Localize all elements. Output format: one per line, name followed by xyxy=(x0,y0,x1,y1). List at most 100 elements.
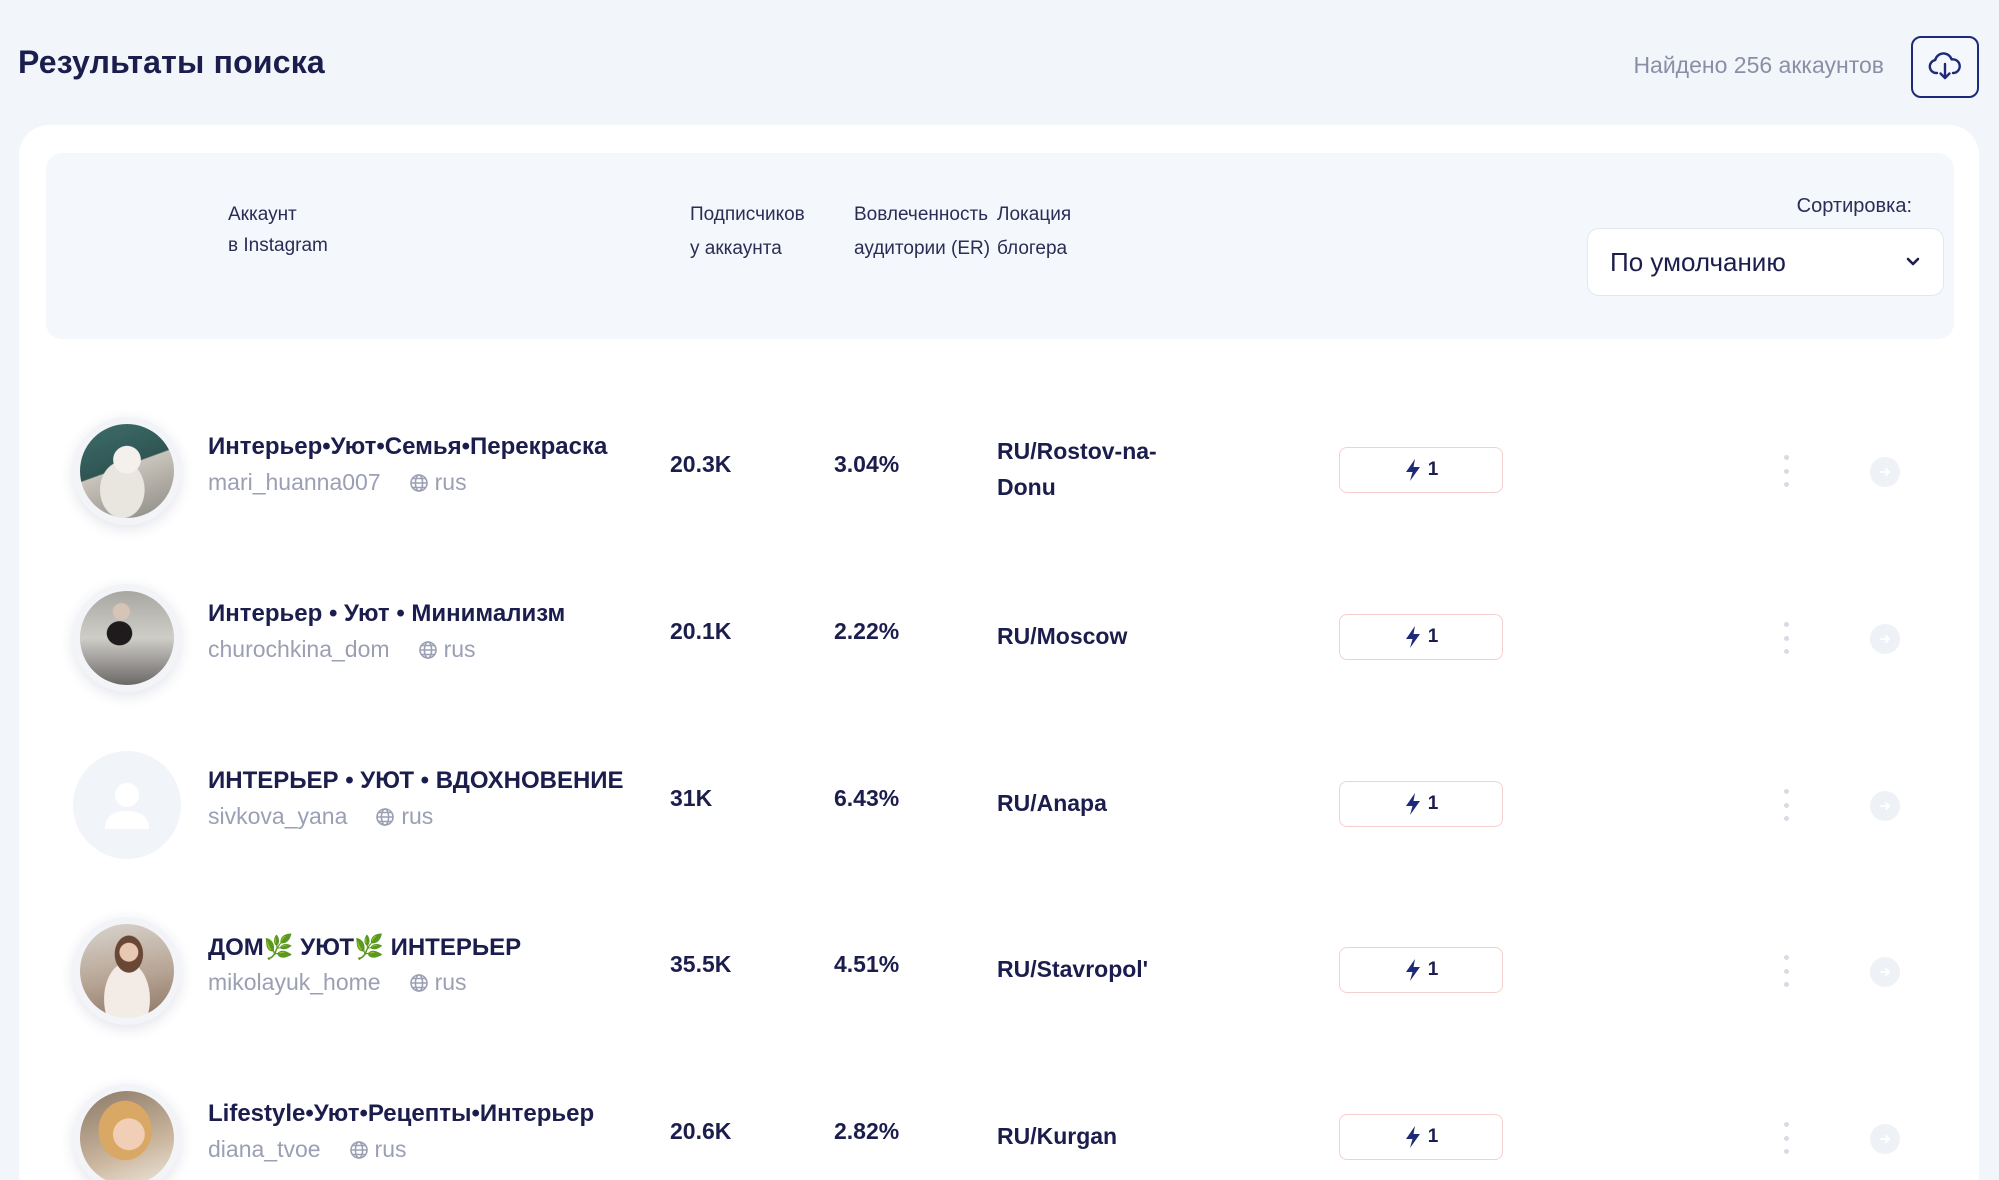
followers-value: 20.6K xyxy=(670,1118,732,1144)
open-arrow-icon[interactable] xyxy=(1870,791,1900,821)
followers-value: 31K xyxy=(670,785,713,811)
user-placeholder-icon xyxy=(105,783,149,829)
chevron-down-icon xyxy=(1906,257,1920,266)
open-arrow-icon[interactable] xyxy=(1870,957,1900,987)
boost-button[interactable]: 1 xyxy=(1339,614,1503,660)
followers-value: 35.5K xyxy=(670,951,732,977)
avatar-photo xyxy=(80,591,174,685)
avatar-photo xyxy=(80,1091,174,1180)
account-language: rus xyxy=(374,1136,407,1162)
location-value: RU/Anapa xyxy=(997,785,1197,821)
account-title[interactable]: Интерьер • Уют • Минимализм xyxy=(208,600,565,628)
er-value: 2.82% xyxy=(834,1118,900,1144)
lightning-icon xyxy=(1405,1126,1420,1148)
account-meta: mari_huanna007 rus xyxy=(208,469,467,496)
location-value: RU/Rostov-na- Donu xyxy=(997,433,1197,505)
account-language: rus xyxy=(401,803,434,829)
more-options-button[interactable] xyxy=(1774,785,1798,825)
lightning-icon xyxy=(1405,626,1420,648)
followers-value: 20.1K xyxy=(670,618,732,644)
column-location-line1: Локация xyxy=(997,204,1072,225)
account-handle[interactable]: mikolayuk_home xyxy=(208,969,381,996)
column-er: Вовлеченность аудитории (ER) xyxy=(854,198,990,266)
page-title: Результаты поиска xyxy=(18,44,325,80)
account-row: Lifestyle•Уют•Рецепты•Интерьер diana_tvo… xyxy=(19,1072,1979,1180)
account-title[interactable]: ДОМ🌿 УЮТ🌿 ИНТЕРЬЕР xyxy=(208,933,521,962)
avatar[interactable] xyxy=(73,417,181,525)
account-meta: mikolayuk_home rus xyxy=(208,969,467,996)
er-value: 6.43% xyxy=(834,785,900,811)
open-arrow-icon[interactable] xyxy=(1870,624,1900,654)
more-options-button[interactable] xyxy=(1774,951,1798,991)
account-row: Интерьер • Уют • Минимализм churochkina_… xyxy=(19,572,1979,702)
er-value: 2.22% xyxy=(834,618,900,644)
results-card: Аккаунт в Instagram Подписчиков у аккаун… xyxy=(19,125,1979,1180)
lightning-icon xyxy=(1405,459,1420,481)
globe-icon xyxy=(409,473,429,493)
column-er-line1: Вовлеченность xyxy=(854,204,989,225)
boost-count: 1 xyxy=(1427,459,1439,480)
account-meta: sivkova_yana rus xyxy=(208,803,433,830)
avatar[interactable] xyxy=(73,1084,181,1180)
globe-icon xyxy=(375,807,395,827)
account-title[interactable]: Lifestyle•Уют•Рецепты•Интерьер xyxy=(208,1100,594,1128)
account-handle[interactable]: diana_tvoe xyxy=(208,1136,321,1163)
account-row: ИНТЕРЬЕР • УЮТ • ВДОХНОВЕНИЕ sivkova_yan… xyxy=(19,739,1979,869)
boost-count: 1 xyxy=(1427,793,1439,814)
er-value: 3.04% xyxy=(834,451,900,477)
search-results-page: Результаты поиска Найдено 256 аккаунтов … xyxy=(0,0,1999,1180)
account-handle[interactable]: churochkina_dom xyxy=(208,636,390,663)
boost-count: 1 xyxy=(1427,626,1439,647)
account-language: rus xyxy=(443,636,476,662)
location-value: RU/Stavropol' xyxy=(997,951,1197,987)
avatar-photo xyxy=(80,924,174,1018)
account-handle[interactable]: mari_huanna007 xyxy=(208,469,381,496)
more-options-button[interactable] xyxy=(1774,451,1798,491)
column-location-line2: блогера xyxy=(997,238,1068,259)
account-meta: churochkina_dom rus xyxy=(208,636,476,663)
more-options-button[interactable] xyxy=(1774,1118,1798,1158)
account-title[interactable]: Интерьер•Уют•Семья•Перекраска xyxy=(208,433,607,461)
location-line1: RU/Rostov-na- xyxy=(997,438,1157,464)
boost-button[interactable]: 1 xyxy=(1339,947,1503,993)
column-account-line1: Аккаунт xyxy=(228,204,297,225)
globe-icon xyxy=(349,1140,369,1160)
account-meta: diana_tvoe rus xyxy=(208,1136,407,1163)
location-line2: Donu xyxy=(997,474,1056,500)
open-arrow-icon[interactable] xyxy=(1870,457,1900,487)
lightning-icon xyxy=(1405,793,1420,815)
lightning-icon xyxy=(1405,959,1420,981)
sort-select[interactable]: По умолчанию xyxy=(1587,228,1944,296)
account-handle[interactable]: sivkova_yana xyxy=(208,803,347,830)
column-location: Локация блогера xyxy=(997,198,1071,266)
sort-label: Сортировка: xyxy=(1796,195,1912,217)
open-arrow-icon[interactable] xyxy=(1870,1124,1900,1154)
location-value: RU/Kurgan xyxy=(997,1118,1197,1154)
more-options-button[interactable] xyxy=(1774,618,1798,658)
account-row: Интерьер•Уют•Семья•Перекраска mari_huann… xyxy=(19,405,1979,535)
boost-button[interactable]: 1 xyxy=(1339,447,1503,493)
column-followers-line2: у аккаунта xyxy=(690,238,782,259)
avatar[interactable] xyxy=(73,751,181,859)
avatar-photo xyxy=(80,424,174,518)
boost-button[interactable]: 1 xyxy=(1339,781,1503,827)
account-title[interactable]: ИНТЕРЬЕР • УЮТ • ВДОХНОВЕНИЕ xyxy=(208,767,624,795)
found-count: Найдено 256 аккаунтов xyxy=(1633,52,1884,78)
followers-value: 20.3K xyxy=(670,451,732,477)
boost-count: 1 xyxy=(1427,959,1439,980)
account-language: rus xyxy=(434,469,467,495)
location-line1: RU/Moscow xyxy=(997,623,1128,649)
column-followers: Подписчиков у аккаунта xyxy=(690,198,805,266)
globe-icon xyxy=(409,973,429,993)
table-header: Аккаунт в Instagram Подписчиков у аккаун… xyxy=(46,153,1954,339)
avatar[interactable] xyxy=(73,917,181,1025)
download-button[interactable] xyxy=(1911,36,1979,98)
account-row: ДОМ🌿 УЮТ🌿 ИНТЕРЬЕР mikolayuk_home rus 35… xyxy=(19,905,1979,1035)
globe-icon xyxy=(418,640,438,660)
avatar[interactable] xyxy=(73,584,181,692)
location-line1: RU/Anapa xyxy=(997,790,1107,816)
location-line1: RU/Stavropol' xyxy=(997,956,1149,982)
location-line1: RU/Kurgan xyxy=(997,1123,1118,1149)
column-account-line2: в Instagram xyxy=(228,235,328,256)
boost-button[interactable]: 1 xyxy=(1339,1114,1503,1160)
